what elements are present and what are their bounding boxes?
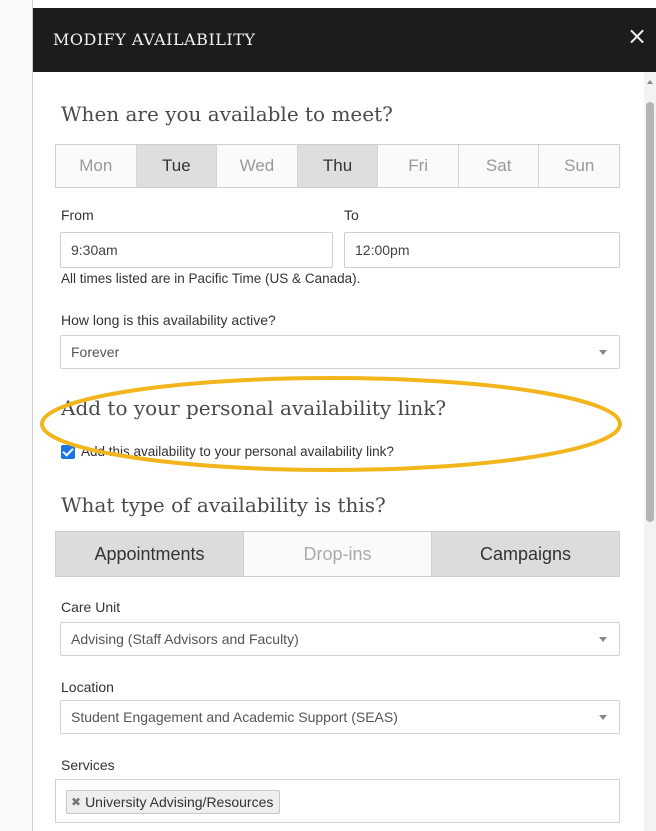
day-tue[interactable]: Tue: [136, 145, 218, 187]
personal-link-checkbox[interactable]: [61, 444, 75, 459]
day-fri[interactable]: Fri: [378, 145, 459, 187]
scrollbar-thumb[interactable]: [646, 102, 654, 522]
to-time-input[interactable]: 12:00pm: [344, 232, 620, 268]
personal-link-heading: Add to your personal availability link?: [61, 396, 447, 420]
services-multiselect[interactable]: ✖ University Advising/Resources: [55, 779, 620, 823]
type-appointments-button[interactable]: Appointments: [56, 532, 244, 576]
availability-type-selector: Appointments Drop-ins Campaigns: [55, 531, 620, 577]
scroll-up-arrow-icon[interactable]: [647, 80, 653, 84]
from-time-input[interactable]: 9:30am: [60, 232, 333, 268]
type-heading: What type of availability is this?: [61, 493, 386, 517]
active-duration-select[interactable]: Forever: [60, 335, 620, 369]
active-duration-label: How long is this availability active?: [61, 312, 276, 328]
chevron-down-icon: [599, 715, 607, 720]
care-unit-label: Care Unit: [61, 599, 121, 615]
when-heading: When are you available to meet?: [61, 102, 393, 126]
modal-header: MODIFY AVAILABILITY ×: [33, 8, 656, 72]
active-duration-value: Forever: [71, 344, 120, 360]
service-tag-label: University Advising/Resources: [85, 794, 274, 810]
day-sun[interactable]: Sun: [539, 145, 620, 187]
type-drop-ins-button[interactable]: Drop-ins: [244, 532, 432, 576]
from-label: From: [61, 207, 94, 223]
modal-scrollbar[interactable]: [644, 72, 656, 831]
close-icon[interactable]: ×: [627, 24, 647, 48]
personal-link-checkbox-label: Add this availability to your personal a…: [81, 444, 394, 459]
day-thu[interactable]: Thu: [297, 145, 379, 187]
day-sat[interactable]: Sat: [458, 145, 540, 187]
to-label: To: [344, 207, 359, 223]
background-page-edge: [0, 0, 33, 831]
care-unit-select[interactable]: Advising (Staff Advisors and Faculty): [60, 622, 620, 656]
remove-tag-icon[interactable]: ✖: [71, 791, 81, 813]
day-wed[interactable]: Wed: [217, 145, 298, 187]
chevron-down-icon: [599, 637, 607, 642]
care-unit-value: Advising (Staff Advisors and Faculty): [71, 631, 299, 647]
highlight-ellipse: [40, 376, 622, 472]
day-mon[interactable]: Mon: [56, 145, 137, 187]
modal-title: MODIFY AVAILABILITY: [53, 30, 256, 49]
location-select[interactable]: Student Engagement and Academic Support …: [60, 700, 620, 734]
modify-availability-modal: MODIFY AVAILABILITY × When are you avail…: [33, 8, 656, 831]
day-selector: Mon Tue Wed Thu Fri Sat Sun: [55, 144, 620, 188]
chevron-down-icon: [599, 350, 607, 355]
services-label: Services: [61, 757, 115, 773]
type-campaigns-button[interactable]: Campaigns: [432, 532, 619, 576]
location-label: Location: [61, 679, 114, 695]
location-value: Student Engagement and Academic Support …: [71, 709, 398, 725]
service-tag: ✖ University Advising/Resources: [66, 790, 281, 814]
timezone-note: All times listed are in Pacific Time (US…: [61, 271, 361, 286]
personal-link-checkbox-row[interactable]: Add this availability to your personal a…: [61, 444, 394, 459]
